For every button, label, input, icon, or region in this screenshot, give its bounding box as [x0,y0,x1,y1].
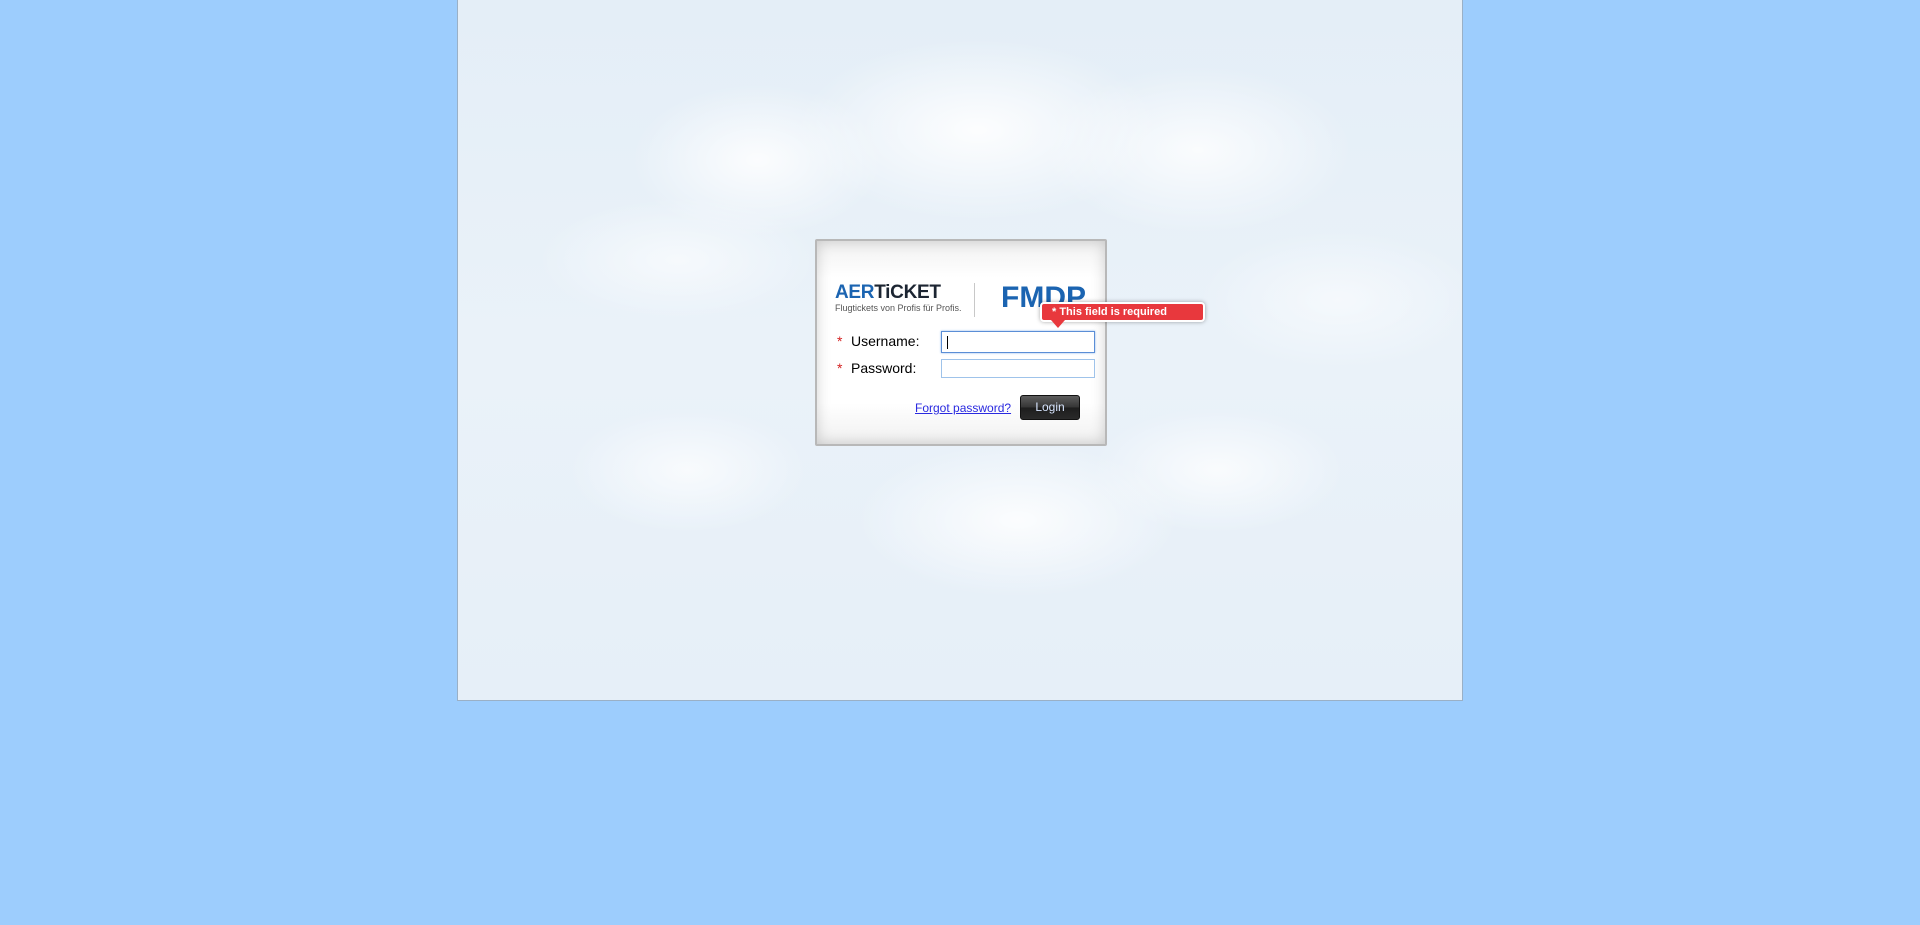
logo-aer-suffix: TiCKET [874,282,941,303]
logo-divider [974,283,975,317]
password-row: * Password: [837,359,1097,382]
required-mark: * [837,360,843,376]
text-caret [947,336,948,349]
tooltip-arrow [1051,320,1065,328]
forgot-password-link[interactable]: Forgot password? [915,401,1011,415]
logo-tagline: Flugtickets von Profis für Profis. [835,303,962,313]
password-label: Password: [851,360,917,376]
username-label: Username: [851,333,920,349]
password-input[interactable] [941,359,1095,378]
username-input[interactable] [941,331,1095,353]
required-mark: * [837,333,843,349]
login-panel: AERTiCKET Flugtickets von Profis für Pro… [815,239,1107,446]
logo-aer-prefix: AER [835,282,875,303]
validation-error-tooltip: * This field is required [1040,302,1205,322]
username-row: * Username: [837,331,1097,355]
login-button[interactable]: Login [1020,395,1080,420]
aerticket-logo: AERTiCKET [835,283,941,303]
